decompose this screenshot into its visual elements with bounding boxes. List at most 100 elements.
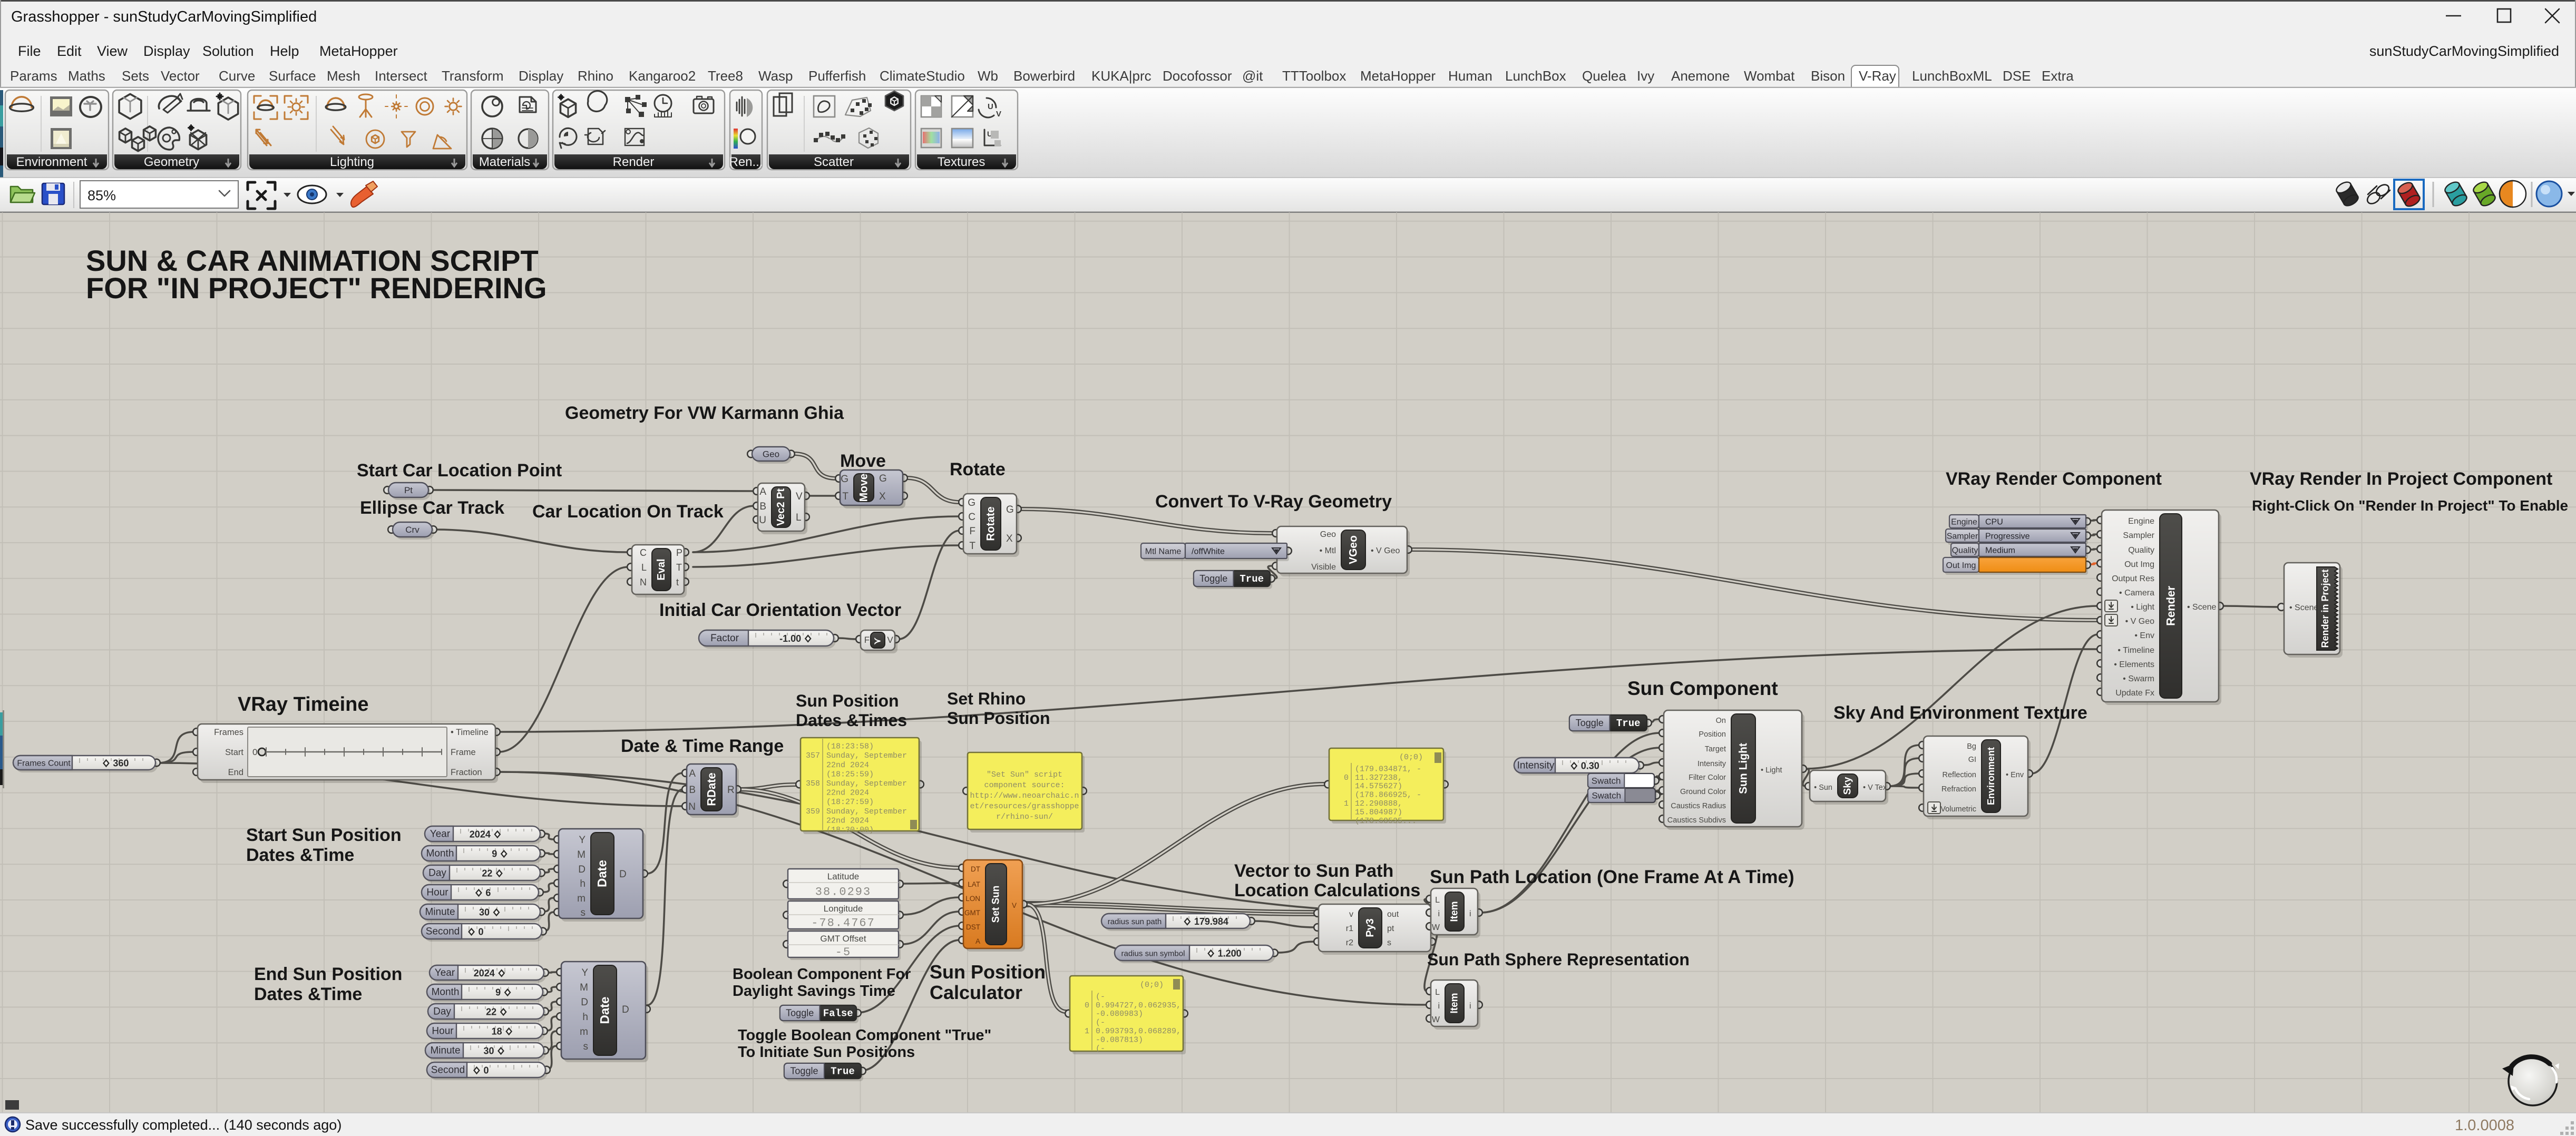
svg-text:Help: Help bbox=[270, 43, 299, 59]
svg-text:Rotate: Rotate bbox=[950, 459, 1006, 479]
svg-text:• Camera: • Camera bbox=[2119, 589, 2154, 598]
svg-text:Start Sun Position: Start Sun Position bbox=[246, 825, 402, 845]
svg-text:Geo: Geo bbox=[1320, 530, 1336, 539]
svg-text:(18:27:59): (18:27:59) bbox=[826, 798, 874, 807]
svg-text:(0;0): (0;0) bbox=[1140, 981, 1164, 990]
svg-text:GMT: GMT bbox=[964, 909, 980, 917]
svg-text:9: 9 bbox=[495, 987, 501, 998]
svg-text:Sun Position: Sun Position bbox=[947, 709, 1050, 728]
svg-text:L: L bbox=[641, 562, 647, 573]
svg-text:T: T bbox=[969, 541, 975, 552]
svg-text:Dates &Times: Dates &Times bbox=[796, 711, 907, 730]
svg-text:• Env: • Env bbox=[2006, 771, 2024, 779]
svg-text:LAT: LAT bbox=[968, 880, 980, 888]
svg-text:Extra: Extra bbox=[2042, 68, 2074, 84]
svg-text:22nd 2024: 22nd 2024 bbox=[826, 761, 869, 770]
svg-text:N: N bbox=[640, 577, 647, 587]
svg-text:30: 30 bbox=[479, 907, 490, 918]
svg-text:38.0293: 38.0293 bbox=[815, 886, 871, 899]
svg-text:Vec2 Pt: Vec2 Pt bbox=[775, 488, 787, 526]
svg-text:G: G bbox=[879, 473, 887, 484]
svg-text:Update Fx: Update Fx bbox=[2115, 689, 2154, 698]
svg-text:Minute: Minute bbox=[430, 1045, 460, 1056]
svg-text:component source:: component source: bbox=[984, 781, 1065, 790]
svg-text:0: 0 bbox=[479, 927, 484, 937]
svg-text:Docofossor: Docofossor bbox=[1163, 68, 1232, 84]
svg-text:W: W bbox=[1432, 1015, 1440, 1024]
svg-text:Y: Y bbox=[579, 835, 586, 846]
svg-text:T: T bbox=[676, 562, 682, 573]
svg-text:Daylight Savings Time: Daylight Savings Time bbox=[733, 983, 895, 1000]
svg-text:i: i bbox=[1469, 1002, 1471, 1011]
svg-text:RDate: RDate bbox=[705, 772, 718, 806]
svg-text:0.994727,0.062935,: 0.994727,0.062935, bbox=[1096, 1001, 1181, 1010]
svg-text:Tree8: Tree8 bbox=[708, 68, 743, 84]
svg-text:Item: Item bbox=[1449, 901, 1460, 922]
svg-text:Ivy: Ivy bbox=[1637, 68, 1654, 84]
svg-text:KUKA|prc: KUKA|prc bbox=[1091, 68, 1152, 84]
svg-text:@it: @it bbox=[1242, 68, 1263, 84]
svg-text:Volumetric: Volumetric bbox=[1940, 805, 1976, 814]
svg-text:Boolean Component For: Boolean Component For bbox=[733, 966, 911, 983]
svg-text:Frames Count: Frames Count bbox=[17, 759, 71, 768]
svg-text:L: L bbox=[1435, 896, 1440, 905]
svg-text:-0.087813): -0.087813) bbox=[1096, 1035, 1143, 1044]
svg-text:Car Location On Track: Car Location On Track bbox=[532, 502, 724, 522]
svg-text:Month: Month bbox=[426, 848, 454, 859]
svg-text:Vector: Vector bbox=[161, 68, 200, 84]
svg-text:Geo: Geo bbox=[763, 449, 779, 459]
svg-text:12.290888,: 12.290888, bbox=[1355, 799, 1402, 808]
svg-text:Year: Year bbox=[430, 829, 451, 840]
svg-text:Sampler: Sampler bbox=[1947, 532, 1978, 541]
svg-text:To Initiate Sun Positions: To Initiate Sun Positions bbox=[738, 1044, 915, 1061]
svg-text:Toggle: Toggle bbox=[786, 1008, 814, 1019]
svg-text:1: 1 bbox=[1344, 799, 1349, 808]
svg-text:Hour: Hour bbox=[432, 1026, 454, 1037]
svg-text:"Set Sun" script: "Set Sun" script bbox=[987, 770, 1062, 779]
svg-text:• Scene: • Scene bbox=[2289, 603, 2319, 612]
svg-text:L: L bbox=[796, 512, 802, 523]
svg-text:Sun Position: Sun Position bbox=[796, 691, 899, 710]
svg-text:Sky And Environment Texture: Sky And Environment Texture bbox=[1833, 703, 2087, 723]
svg-text:F: F bbox=[864, 635, 870, 645]
svg-text:h: h bbox=[580, 878, 586, 889]
svg-text:Engine: Engine bbox=[1951, 518, 1977, 527]
svg-text:357: 357 bbox=[806, 751, 820, 760]
svg-text:Initial Car Orientation Vector: Initial Car Orientation Vector bbox=[659, 600, 901, 620]
svg-text:Toggle Boolean Component "True: Toggle Boolean Component "True" bbox=[738, 1027, 991, 1044]
svg-text:Ellipse Car Track: Ellipse Car Track bbox=[360, 498, 504, 518]
svg-text:Sun Path Sphere Representation: Sun Path Sphere Representation bbox=[1427, 950, 1690, 969]
svg-text:0.993793,0.068289,: 0.993793,0.068289, bbox=[1096, 1027, 1181, 1036]
svg-text:D: D bbox=[578, 864, 586, 875]
svg-text:Mtl Name: Mtl Name bbox=[1145, 547, 1182, 556]
svg-text:Transform: Transform bbox=[442, 68, 504, 84]
svg-text:Caustics Radius: Caustics Radius bbox=[1671, 802, 1726, 810]
svg-text:• Light: • Light bbox=[1761, 766, 1782, 775]
svg-text:i: i bbox=[1469, 909, 1471, 918]
svg-text:Quality: Quality bbox=[1952, 546, 1978, 555]
svg-text:V: V bbox=[1012, 902, 1017, 909]
svg-text:v: v bbox=[1349, 910, 1353, 919]
svg-text:Date: Date bbox=[596, 860, 610, 887]
svg-text:22: 22 bbox=[486, 1007, 496, 1017]
svg-text:(-: (- bbox=[1096, 992, 1105, 1001]
svg-text:sunStudyCarMovingSimplified: sunStudyCarMovingSimplified bbox=[2369, 43, 2559, 59]
svg-text:2024: 2024 bbox=[474, 968, 495, 978]
svg-text:Right-Click On "Render In Proj: Right-Click On "Render In Project" To En… bbox=[2252, 497, 2568, 514]
svg-text:Fraction: Fraction bbox=[451, 768, 482, 777]
svg-text:R: R bbox=[727, 785, 735, 796]
svg-text:Swatch: Swatch bbox=[1592, 776, 1621, 786]
svg-text:22: 22 bbox=[482, 868, 492, 879]
svg-text:2024: 2024 bbox=[470, 829, 491, 840]
svg-text:ClimateStudio: ClimateStudio bbox=[880, 68, 965, 84]
svg-text:Dates &Time: Dates &Time bbox=[246, 845, 354, 865]
svg-text:Rotate: Rotate bbox=[985, 506, 997, 541]
svg-text:FOR "IN PROJECT" RENDERING: FOR "IN PROJECT" RENDERING bbox=[86, 271, 547, 305]
svg-text:(179.034871, -: (179.034871, - bbox=[1355, 765, 1421, 773]
svg-text:6: 6 bbox=[485, 888, 491, 898]
svg-text:• Mtl: • Mtl bbox=[1320, 546, 1336, 555]
svg-text:(178.68535...: (178.68535... bbox=[1355, 817, 1417, 826]
svg-text:11.327238,: 11.327238, bbox=[1355, 773, 1402, 782]
svg-text:Ren...: Ren... bbox=[729, 155, 763, 169]
svg-text:-78.4767: -78.4767 bbox=[811, 917, 875, 930]
